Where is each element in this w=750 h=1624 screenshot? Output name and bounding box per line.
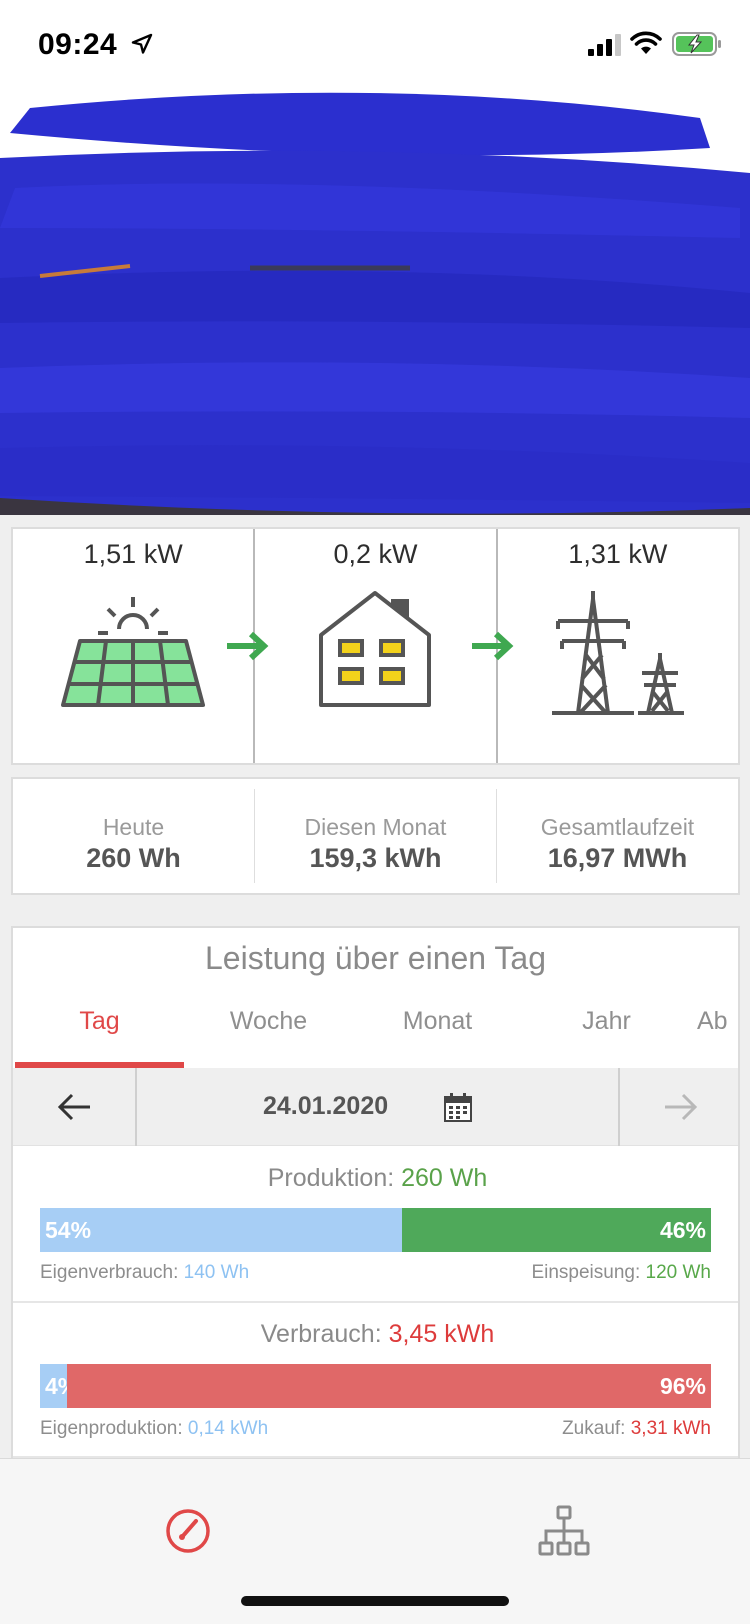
legend-label: Eigenproduktion: — [40, 1418, 183, 1439]
purchase-percent: 96% — [659, 1373, 706, 1399]
flow-arrow-right-icon — [471, 631, 514, 661]
performance-card: Leistung über einen Tag Tag Woche Monat … — [11, 926, 740, 1458]
production-title: Produktion: 260 Wh — [13, 1164, 738, 1193]
consumption-bar: 4% 96% — [40, 1364, 711, 1408]
home-indicator — [241, 1596, 509, 1606]
speedometer-icon[interactable] — [158, 1501, 218, 1561]
purchase-segment: 96% — [67, 1364, 711, 1408]
battery-charging-icon — [672, 32, 721, 56]
self-production-segment: 4% — [40, 1364, 78, 1408]
legend-label: Eigenverbrauch: — [40, 1262, 179, 1283]
solar-column: 1,51 kW — [13, 529, 253, 763]
consumption-title: Verbrauch: 3,45 kWh — [13, 1320, 738, 1349]
feed-in-legend: Einspeisung: 120 Wh — [531, 1262, 711, 1284]
stat-total: Gesamtlaufzeit 16,97 MWh — [496, 789, 738, 883]
period-tabs: Tag Woche Monat Jahr Ab — [13, 998, 738, 1060]
self-consumption-percent: 54% — [45, 1217, 92, 1243]
legend-value: 3,31 kWh — [630, 1418, 711, 1439]
solar-power-value: 1,51 kW — [83, 539, 183, 569]
power-tower-icon — [551, 591, 684, 715]
stat-value: 16,97 MWh — [547, 843, 688, 873]
solar-panel-icon — [61, 597, 206, 707]
feed-in-segment: 46% — [402, 1208, 711, 1252]
legend-label: Einspeisung: — [531, 1262, 641, 1283]
grid-power-value: 1,31 kW — [568, 539, 668, 569]
tab-day[interactable]: Tag — [15, 998, 184, 1060]
card-title: Leistung über einen Tag — [204, 940, 546, 976]
energy-flow-card: 1,51 kW 0,2 kW 1,31 kW — [11, 527, 740, 765]
stat-label: Gesamtlaufzeit — [540, 814, 695, 840]
stat-value: 260 Wh — [86, 843, 181, 873]
date-navigator: 24.01.2020 — [13, 1068, 738, 1146]
production-label: Produktion: — [267, 1164, 395, 1192]
house-icon — [319, 591, 432, 707]
production-section: Produktion: 260 Wh — [13, 1164, 738, 1193]
self-consumption-legend: Eigenverbrauch: 140 Wh — [40, 1262, 249, 1284]
selected-date[interactable]: 24.01.2020 — [263, 1092, 388, 1121]
location-arrow-icon — [131, 33, 153, 54]
stat-label: Heute — [102, 814, 165, 840]
energy-stats-card: Heute 260 Wh Diesen Monat 159,3 kWh Gesa… — [11, 777, 740, 895]
calendar-icon[interactable] — [444, 1092, 472, 1122]
consumption-label: Verbrauch: — [260, 1320, 382, 1348]
stat-label: Diesen Monat — [304, 814, 447, 840]
tab-month[interactable]: Monat — [353, 998, 522, 1060]
arrow-left-icon — [57, 1093, 90, 1121]
tab-year[interactable]: Jahr — [522, 998, 691, 1060]
consumption-value: 3,45 kWh — [388, 1320, 495, 1348]
grid-column: 1,31 kW — [471, 529, 738, 763]
tab-week[interactable]: Woche — [184, 998, 353, 1060]
house-power-value: 0,2 kW — [333, 539, 418, 569]
house-column: 0,2 kW — [227, 529, 495, 763]
self-consumption-segment: 54% — [40, 1208, 402, 1252]
next-day-button[interactable] — [618, 1068, 738, 1146]
legend-value: 0,14 kWh — [187, 1418, 269, 1439]
feed-in-percent: 46% — [659, 1217, 706, 1243]
legend-label: Zukauf: — [562, 1418, 626, 1439]
consumption-section: Verbrauch: 3,45 kWh — [13, 1320, 738, 1349]
cellular-signal-icon — [588, 34, 621, 56]
purchase-legend: Zukauf: 3,31 kWh — [562, 1418, 711, 1440]
redaction-scribble — [0, 78, 750, 515]
legend-value: 120 Wh — [645, 1262, 711, 1283]
tab-since[interactable]: Ab — [691, 998, 738, 1060]
production-bar: 54% 46% — [40, 1208, 711, 1252]
self-production-legend: Eigenproduktion: 0,14 kWh — [40, 1418, 268, 1440]
flow-arrow-right-icon — [227, 631, 269, 661]
legend-value: 140 Wh — [183, 1262, 250, 1283]
arrow-right-icon — [665, 1093, 698, 1121]
production-value: 260 Wh — [401, 1164, 488, 1192]
stat-this-month: Diesen Monat 159,3 kWh — [254, 789, 496, 883]
stat-value: 159,3 kWh — [309, 843, 442, 873]
wifi-icon — [630, 31, 662, 54]
section-divider — [13, 1301, 738, 1303]
previous-day-button[interactable] — [13, 1068, 137, 1146]
network-hierarchy-icon[interactable] — [534, 1501, 594, 1561]
redacted-header-image — [0, 78, 750, 515]
stat-today: Heute 260 Wh — [13, 789, 254, 883]
status-time: 09:24 — [38, 28, 118, 61]
